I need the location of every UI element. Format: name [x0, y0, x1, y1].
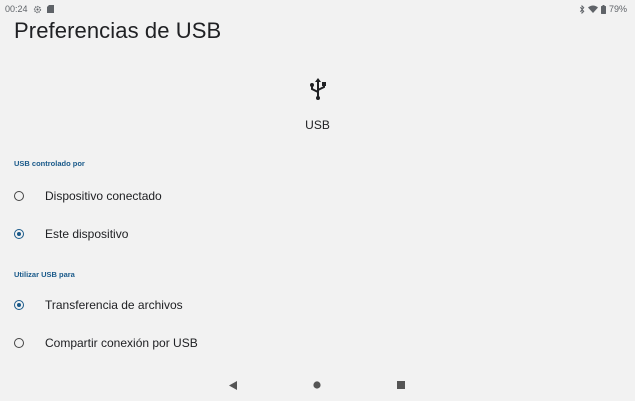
radio-option-file-transfer[interactable]: Transferencia de archivos: [0, 287, 635, 323]
radio-button-unchecked[interactable]: [14, 191, 24, 201]
radio-button-checked[interactable]: [14, 229, 24, 239]
usb-icon: [309, 78, 327, 105]
section-header-controlled-by: USB controlado por: [14, 159, 85, 168]
radio-button-checked[interactable]: [14, 300, 24, 310]
bluetooth-icon: [579, 4, 585, 14]
radio-label: Dispositivo conectado: [45, 189, 162, 203]
sd-card-icon: [46, 5, 54, 13]
usb-header: [0, 78, 635, 105]
settings-gear-icon: [33, 5, 42, 14]
radio-label: Este dispositivo: [45, 227, 129, 241]
usb-label: USB: [305, 118, 330, 132]
status-bar: 00:24 79%: [0, 0, 635, 20]
wifi-icon: [587, 5, 598, 13]
recents-icon[interactable]: [394, 378, 408, 392]
status-time: 00:24: [5, 4, 28, 14]
screen: 00:24 79% Preferencias de USB USB USB co…: [0, 0, 635, 401]
radio-label: Compartir conexión por USB: [45, 336, 198, 350]
status-right: 79%: [579, 4, 627, 14]
battery-percent: 79%: [608, 4, 627, 14]
radio-option-connected-device[interactable]: Dispositivo conectado: [0, 178, 635, 214]
section-header-use-for: Utilizar USB para: [14, 270, 75, 279]
navigation-bar: [0, 368, 635, 401]
radio-option-this-device[interactable]: Este dispositivo: [0, 216, 635, 252]
radio-option-usb-tethering[interactable]: Compartir conexión por USB: [0, 325, 635, 361]
page-title: Preferencias de USB: [14, 18, 222, 43]
battery-icon: [600, 4, 606, 14]
back-icon[interactable]: [226, 378, 240, 392]
home-icon[interactable]: [310, 378, 324, 392]
status-left: 00:24: [5, 4, 54, 14]
radio-label: Transferencia de archivos: [45, 298, 183, 312]
radio-button-unchecked[interactable]: [14, 338, 24, 348]
